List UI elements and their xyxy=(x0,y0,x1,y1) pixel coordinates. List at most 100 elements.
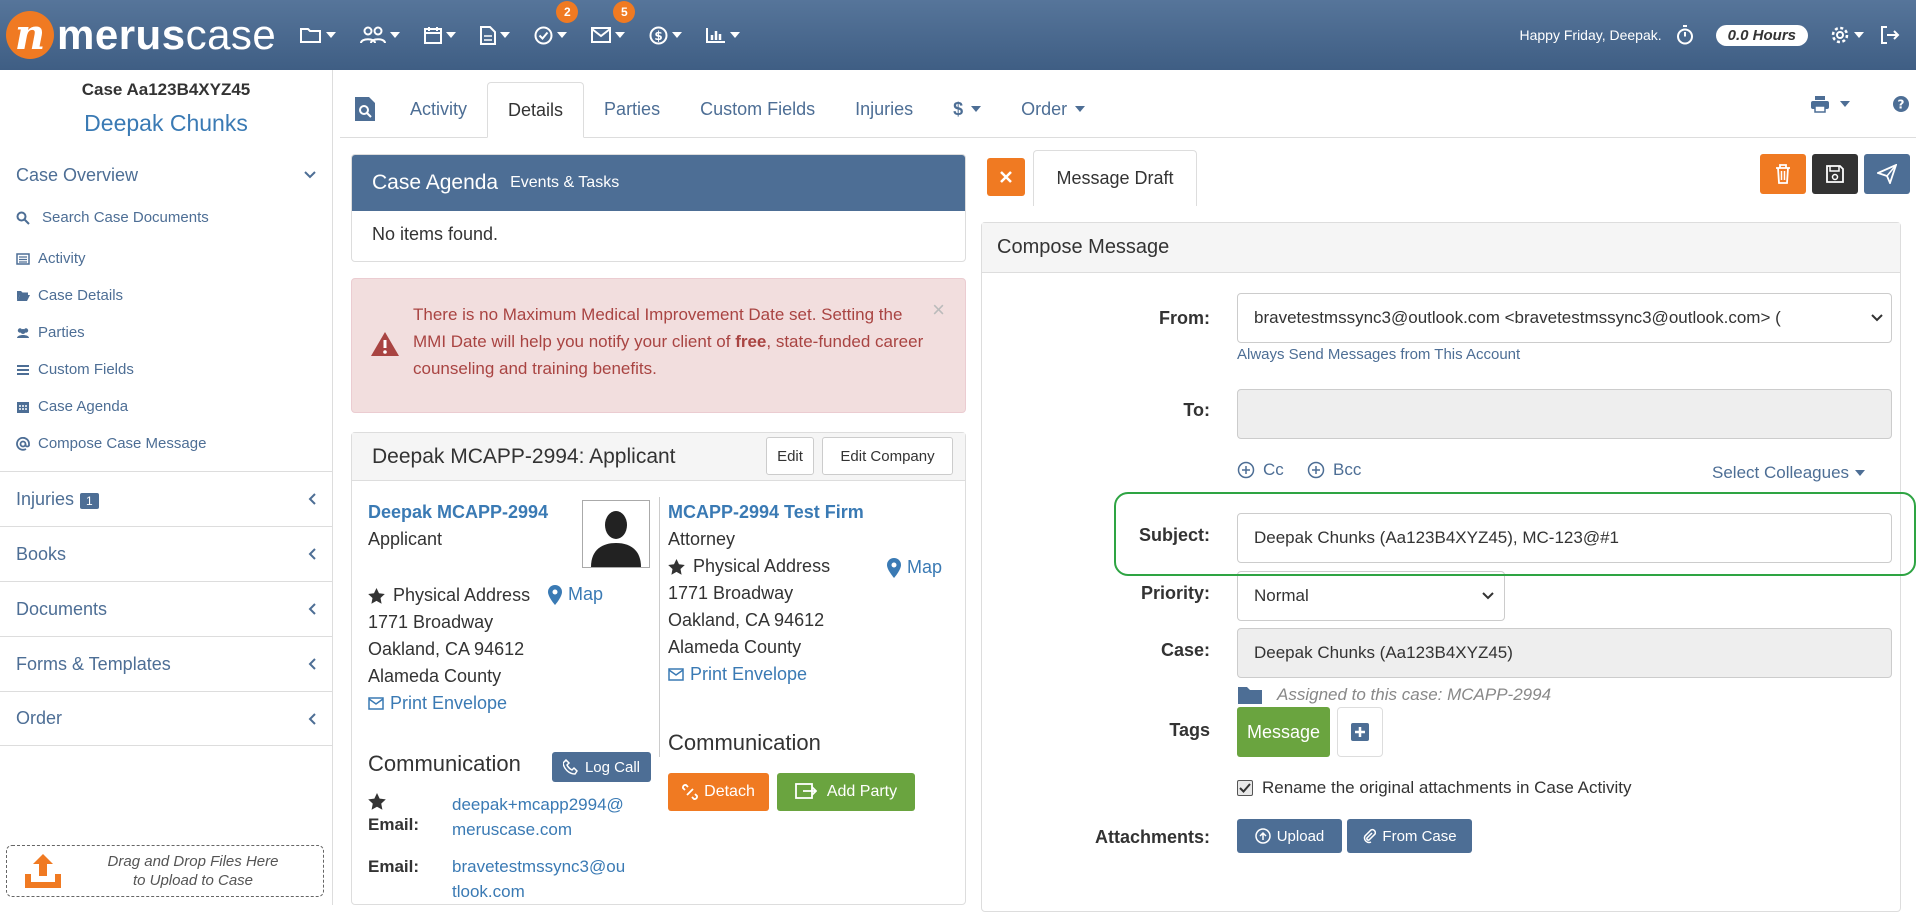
contacts-menu[interactable] xyxy=(360,15,401,55)
detach-button[interactable]: Detach xyxy=(668,773,769,811)
sidebar-item-label: Case Details xyxy=(38,287,124,304)
sidebar-item-label: Parties xyxy=(38,324,85,341)
section-label: Order xyxy=(16,708,63,728)
send-button[interactable] xyxy=(1864,154,1910,194)
communication-heading-right: Communication xyxy=(668,730,821,755)
applicant-print-envelope-link[interactable]: Print Envelope xyxy=(368,690,648,717)
email-link-2[interactable]: bravetestmssync3@ou tlook.com xyxy=(452,854,625,904)
add-tag-button[interactable] xyxy=(1337,707,1383,757)
select-colleagues-dropdown[interactable]: Select Colleagues xyxy=(1712,463,1866,483)
case-agenda-subtitle: Events & Tasks xyxy=(510,174,620,191)
sidebar-item-parties[interactable]: Parties xyxy=(0,314,332,351)
firm-role: Attorney xyxy=(668,529,736,549)
at-icon xyxy=(16,436,30,451)
delete-draft-button[interactable] xyxy=(1760,154,1806,194)
tab-order[interactable]: Order xyxy=(1001,81,1105,137)
reports-menu[interactable] xyxy=(706,15,741,55)
priority-select[interactable]: Normal xyxy=(1237,571,1505,621)
logout-icon[interactable] xyxy=(1880,26,1900,44)
cases-menu[interactable] xyxy=(300,15,337,55)
hours-badge[interactable]: 0.0 Hours xyxy=(1715,24,1808,46)
email-link-1[interactable]: deepak+mcapp2994@ meruscase.com xyxy=(452,792,624,842)
case-agenda-panel: Case Agenda Events & Tasks No items foun… xyxy=(351,154,966,262)
applicant-map-link[interactable]: Map xyxy=(548,584,603,605)
svg-text:?: ? xyxy=(1898,98,1905,112)
file-dropzone[interactable]: Drag and Drop Files Here to Upload to Ca… xyxy=(6,845,324,897)
from-help-text[interactable]: Always Send Messages from This Account xyxy=(1237,346,1520,363)
close-icon[interactable]: × xyxy=(932,297,945,323)
sidebar-section-order[interactable]: Order xyxy=(0,691,332,746)
billing-menu[interactable]: $ xyxy=(649,15,683,55)
tasks-menu[interactable]: 2 xyxy=(534,1,579,55)
add-party-button[interactable]: Add Party xyxy=(777,773,915,811)
email-label-2: Email: xyxy=(368,857,420,876)
tab-message-draft[interactable]: Message Draft xyxy=(1033,150,1197,206)
firm-map-link[interactable]: Map xyxy=(887,557,942,578)
trash-icon xyxy=(1776,164,1790,184)
tab-details[interactable]: Details xyxy=(487,82,585,138)
to-label: To: xyxy=(1183,400,1210,420)
chevron-left-icon xyxy=(308,493,316,505)
meruscase-logo[interactable]: n meruscase xyxy=(6,11,276,59)
plus-circle-icon xyxy=(1307,461,1325,479)
sidebar-item-label: Activity xyxy=(38,250,86,267)
firm-print-envelope-link[interactable]: Print Envelope xyxy=(668,661,958,688)
calendar-menu[interactable] xyxy=(424,15,457,55)
upload-button[interactable]: Upload xyxy=(1237,819,1342,853)
tab-search[interactable] xyxy=(340,81,390,137)
sidebar-item-case-details[interactable]: Case Details xyxy=(0,277,332,314)
sidebar-section-documents[interactable]: Documents xyxy=(0,581,332,636)
rename-attachments-checkbox[interactable]: Rename the original attachments in Case … xyxy=(1237,778,1631,798)
check-circle-icon xyxy=(534,26,553,44)
from-case-button[interactable]: From Case xyxy=(1347,819,1472,853)
tag-message[interactable]: Message xyxy=(1237,707,1330,757)
from-select[interactable]: bravetestmssync3@outlook.com <bravetestm… xyxy=(1237,293,1892,343)
case-value: Deepak Chunks (Aa123B4XYZ45) xyxy=(1254,643,1513,662)
checkbox-checked xyxy=(1237,780,1253,796)
envelope-icon xyxy=(368,697,384,710)
avatar[interactable] xyxy=(582,500,650,568)
tab-billing[interactable]: $ xyxy=(933,81,1001,137)
help-icon[interactable]: ? xyxy=(1892,95,1910,113)
sidebar-item-search-documents[interactable]: Search Case Documents xyxy=(0,195,332,240)
sidebar-item-compose-message[interactable]: Compose Case Message xyxy=(0,425,332,462)
log-call-button[interactable]: Log Call xyxy=(552,752,651,782)
settings-menu[interactable] xyxy=(1830,15,1864,55)
list-icon xyxy=(16,252,30,265)
tab-parties[interactable]: Parties xyxy=(584,81,680,137)
sidebar-section-books[interactable]: Books xyxy=(0,526,332,581)
firm-name-link[interactable]: MCAPP-2994 Test Firm xyxy=(668,499,958,526)
sidebar-item-case-agenda[interactable]: Case Agenda xyxy=(0,388,332,425)
bcc-toggle[interactable]: Bcc xyxy=(1307,460,1361,480)
save-draft-button[interactable] xyxy=(1812,154,1858,194)
to-input[interactable] xyxy=(1237,389,1892,439)
documents-menu[interactable] xyxy=(480,15,511,55)
close-icon xyxy=(1000,171,1012,183)
sidebar-section-forms-templates[interactable]: Forms & Templates xyxy=(0,636,332,691)
case-agenda-title: Case Agenda xyxy=(372,171,499,194)
cc-toggle[interactable]: Cc xyxy=(1237,460,1284,480)
print-icon xyxy=(1811,96,1829,113)
edit-button[interactable]: Edit xyxy=(766,437,814,475)
envelope-icon xyxy=(668,668,684,681)
case-sidebar: Case Aa123B4XYZ45 Deepak Chunks Case Ove… xyxy=(0,70,333,905)
print-menu[interactable] xyxy=(1810,95,1850,113)
sidebar-item-custom-fields[interactable]: Custom Fields xyxy=(0,351,332,388)
case-name-link[interactable]: Deepak Chunks xyxy=(0,110,332,137)
close-draft-button[interactable] xyxy=(987,158,1025,196)
messages-menu[interactable]: 5 xyxy=(591,1,636,55)
stopwatch-icon[interactable] xyxy=(1676,25,1694,45)
chevron-left-icon xyxy=(308,712,316,725)
section-label: Books xyxy=(16,543,67,564)
users-icon xyxy=(360,26,387,44)
edit-company-button[interactable]: Edit Company xyxy=(822,437,953,475)
tab-custom-fields[interactable]: Custom Fields xyxy=(680,81,835,137)
sidebar-section-injuries[interactable]: Injuries 1 xyxy=(0,471,332,526)
tab-activity[interactable]: Activity xyxy=(390,81,487,137)
case-overview-toggle[interactable]: Case Overview xyxy=(0,155,332,195)
sidebar-item-activity[interactable]: Activity xyxy=(0,240,332,277)
tab-injuries[interactable]: Injuries xyxy=(835,81,933,137)
chevron-down-icon xyxy=(304,171,316,179)
upload-circle-icon xyxy=(1254,828,1271,844)
applicant-name-link[interactable]: Deepak MCAPP-2994 xyxy=(368,499,568,526)
